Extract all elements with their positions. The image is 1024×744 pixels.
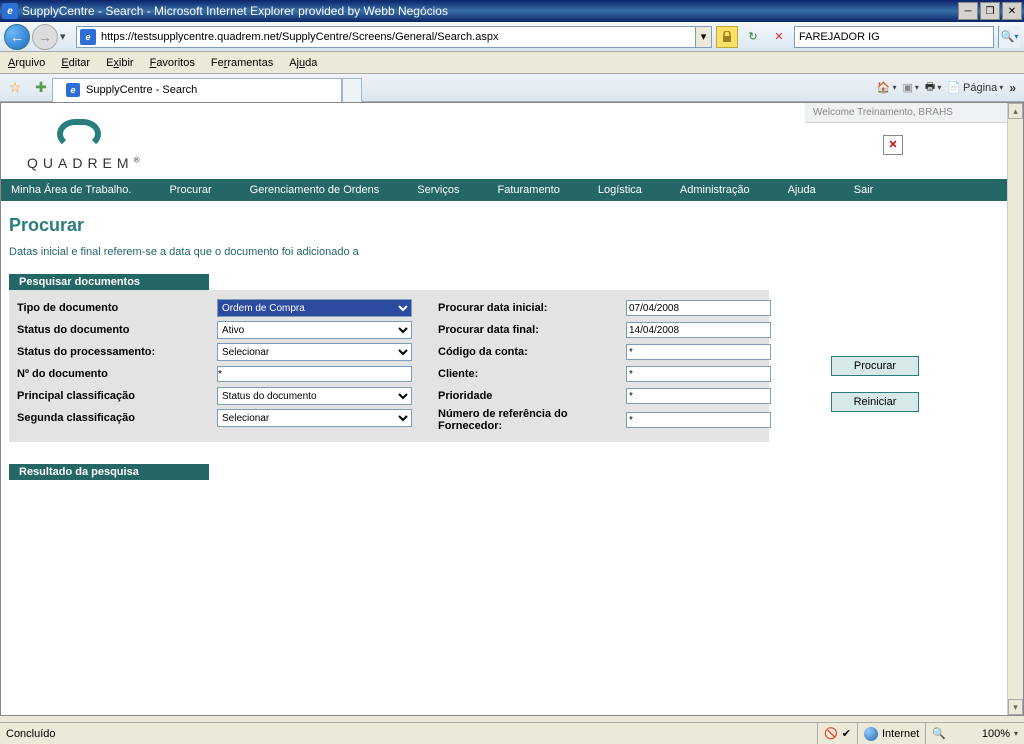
feeds-button[interactable]: ▣▾ [903, 81, 919, 94]
input-client[interactable] [626, 366, 771, 382]
select-doc-type[interactable]: Ordem de Compra [217, 299, 412, 317]
tab-icon: e [66, 83, 80, 97]
search-go-button[interactable]: 🔍▾ [998, 26, 1020, 48]
restore-button[interactable]: ❐ [980, 2, 1000, 20]
window-titlebar: e SupplyCentre - Search - Microsoft Inte… [0, 0, 1024, 22]
browser-search[interactable] [794, 26, 994, 48]
stop-button[interactable]: ✕ [768, 26, 790, 48]
nav-faturamento[interactable]: Faturamento [497, 184, 559, 196]
minimize-button[interactable]: ─ [958, 2, 978, 20]
page-subtitle: Datas inicial e final referem-se a data … [9, 246, 1015, 258]
tab-bar: ☆ ✚ e SupplyCentre - Search 🏠▾ ▣▾ 🖶▾ 📄 P… [0, 74, 1024, 102]
print-button[interactable]: 🖶▾ [925, 78, 941, 97]
lock-icon[interactable] [716, 26, 738, 48]
status-done: Concluído [0, 728, 62, 740]
select-doc-status[interactable]: Ativo [217, 321, 412, 339]
label-class2: Segunda classificação [17, 412, 217, 424]
popup-blocker-icon[interactable]: 🚫 [824, 727, 838, 740]
label-acct-code: Código da conta: [438, 346, 626, 358]
search-form-panel: Tipo de documento Ordem de Compra Status… [9, 290, 769, 442]
page-content: Welcome Treinamento, BRAHS ✕ ▴ ▾ QUADREM… [0, 102, 1024, 716]
status-zoom[interactable]: 🔍100%▾ [925, 723, 1024, 744]
menu-editar[interactable]: Editar [61, 57, 90, 69]
address-bar[interactable]: e ▾ [76, 26, 712, 48]
label-doc-status: Status do documento [17, 324, 217, 336]
label-supplier-ref: Número de referência do Fornecedor: [438, 408, 626, 432]
favorites-button[interactable]: ☆ [4, 79, 26, 96]
section-search-header: Pesquisar documentos [9, 274, 209, 290]
search-input[interactable] [795, 31, 993, 43]
nav-logistica[interactable]: Logística [598, 184, 642, 196]
input-supplier-ref[interactable] [626, 412, 771, 428]
status-icons: 🚫 ✔ [817, 723, 857, 744]
status-zone[interactable]: Internet [857, 723, 925, 744]
select-class1[interactable]: Status do documento [217, 387, 412, 405]
page-icon: e [80, 29, 96, 45]
nav-sair[interactable]: Sair [854, 184, 874, 196]
logo-text: QUADREM® [27, 155, 1023, 171]
vertical-scrollbar[interactable]: ▴ ▾ [1007, 103, 1023, 715]
menubar: Arquivo Editar Exibir Favoritos Ferramen… [0, 52, 1024, 74]
nav-procurar[interactable]: Procurar [169, 184, 211, 196]
scroll-down[interactable]: ▾ [1008, 699, 1023, 715]
label-class1: Principal classificação [17, 390, 217, 402]
section-result-header: Resultado da pesquisa [9, 464, 209, 480]
globe-icon [864, 727, 878, 741]
search-button[interactable]: Procurar [831, 356, 919, 376]
toolbar-more[interactable]: » [1009, 81, 1016, 95]
app-main-nav: Minha Área de Trabalho. Procurar Gerenci… [1, 179, 1023, 201]
forward-button: → [32, 24, 58, 50]
input-end-date[interactable] [626, 322, 771, 338]
label-proc-status: Status do processamento: [17, 346, 217, 358]
label-start-date: Procurar data inicial: [438, 302, 626, 314]
reset-button[interactable]: Reiniciar [831, 392, 919, 412]
ie-icon: e [2, 3, 18, 19]
input-start-date[interactable] [626, 300, 771, 316]
input-priority[interactable] [626, 388, 771, 404]
input-doc-no[interactable] [217, 366, 412, 382]
close-button[interactable]: ✕ [1002, 2, 1022, 20]
label-priority: Prioridade [438, 390, 626, 402]
input-acct-code[interactable] [626, 344, 771, 360]
browser-tab[interactable]: e SupplyCentre - Search [52, 78, 342, 102]
url-dropdown[interactable]: ▾ [695, 27, 711, 47]
nav-toolbar: ← → ▾ e ▾ ↻ ✕ 🔍▾ [0, 22, 1024, 52]
label-doc-type: Tipo de documento [17, 302, 217, 314]
tab-title: SupplyCentre - Search [86, 84, 197, 96]
menu-ajuda[interactable]: Ajuda [289, 57, 317, 69]
nav-ajuda[interactable]: Ajuda [788, 184, 816, 196]
label-client: Cliente: [438, 368, 626, 380]
scroll-up[interactable]: ▴ [1008, 103, 1023, 119]
back-button[interactable]: ← [4, 24, 30, 50]
welcome-text: Welcome Treinamento, BRAHS [805, 103, 1015, 123]
nav-admin[interactable]: Administração [680, 184, 750, 196]
menu-exibir[interactable]: Exibir [106, 57, 134, 69]
label-doc-no: Nº do documento [17, 368, 217, 380]
select-class2[interactable]: Selecionar [217, 409, 412, 427]
menu-arquivo[interactable]: Arquivo [8, 57, 45, 69]
add-favorite-button[interactable]: ✚ [30, 79, 52, 96]
url-input[interactable] [99, 31, 695, 43]
nav-ordens[interactable]: Gerenciamento de Ordens [250, 184, 380, 196]
new-tab-button[interactable] [342, 78, 362, 102]
nav-workspace[interactable]: Minha Área de Trabalho. [11, 184, 131, 196]
menu-ferramentas[interactable]: Ferramentas [211, 57, 273, 69]
page-menu[interactable]: 📄 Página ▾ [947, 81, 1003, 94]
broken-image-icon: ✕ [883, 135, 903, 155]
nav-history-dropdown[interactable]: ▾ [60, 30, 72, 43]
status-bar: Concluído 🚫 ✔ Internet 🔍100%▾ [0, 722, 1024, 744]
refresh-button[interactable]: ↻ [742, 26, 764, 48]
menu-favoritos[interactable]: Favoritos [150, 57, 195, 69]
nav-servicos[interactable]: Serviços [417, 184, 459, 196]
phishing-icon[interactable]: ✔ [842, 727, 851, 740]
label-end-date: Procurar data final: [438, 324, 626, 336]
home-button[interactable]: 🏠▾ [877, 81, 897, 94]
select-proc-status[interactable]: Selecionar [217, 343, 412, 361]
logo-icon [57, 119, 101, 149]
window-title: SupplyCentre - Search - Microsoft Intern… [22, 4, 958, 18]
page-title: Procurar [9, 215, 1015, 236]
